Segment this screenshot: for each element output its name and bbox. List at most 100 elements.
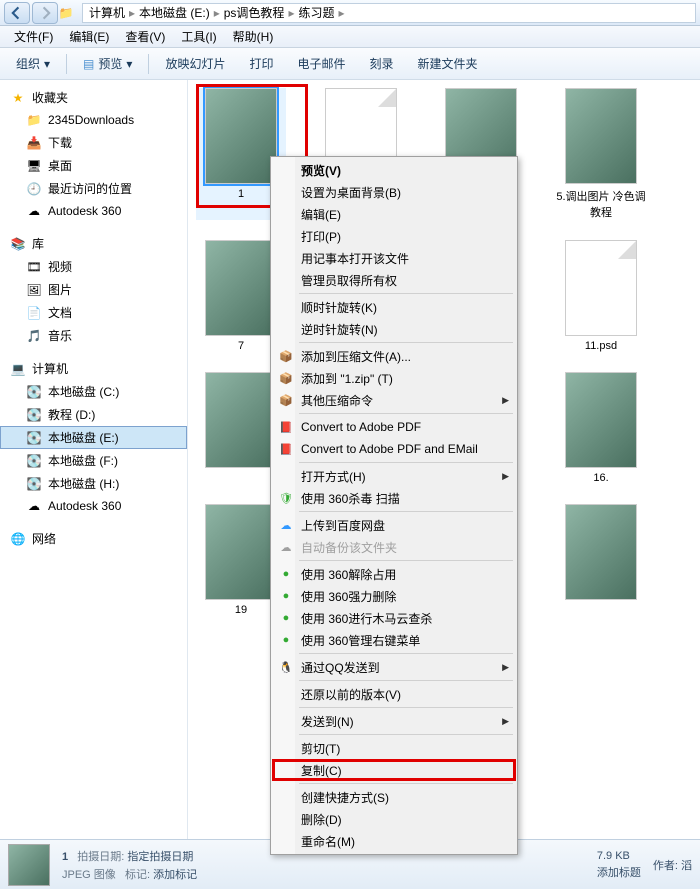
sidebar-item[interactable]: 🎵音乐 [0, 324, 187, 347]
newfolder-button[interactable]: 新建文件夹 [410, 51, 486, 76]
sidebar-item[interactable]: ☁Autodesk 360 [0, 200, 187, 222]
ctx-rename[interactable]: 重命名(M) [273, 830, 515, 852]
zip-icon: 📦 [277, 347, 295, 365]
ctx-qq-send[interactable]: 🐧通过QQ发送到▶ [273, 656, 515, 678]
breadcrumb-item[interactable]: 计算机 [87, 4, 127, 21]
ctx-pdf-email[interactable]: 📕Convert to Adobe PDF and EMail [273, 438, 515, 460]
email-button[interactable]: 电子邮件 [289, 51, 353, 76]
ctx-360-mgr[interactable]: ●使用 360管理右键菜单 [273, 629, 515, 651]
ctx-pdf[interactable]: 📕Convert to Adobe PDF [273, 416, 515, 438]
sidebar-item[interactable]: 💽教程 (D:) [0, 403, 187, 426]
sidebar-item[interactable]: 💽本地磁盘 (C:) [0, 380, 187, 403]
sidebar-network[interactable]: 🌐网络 [0, 527, 187, 550]
ctx-delete[interactable]: 删除(D) [273, 808, 515, 830]
file-thumbnail [205, 372, 277, 468]
ctx-admin[interactable]: 管理员取得所有权 [273, 269, 515, 291]
star-icon: ★ [10, 90, 26, 106]
file-name: 5.调出图片 冷色调教程 [556, 188, 646, 220]
library-icon: 📚 [10, 236, 26, 252]
folder-icon: 📁 [58, 5, 74, 21]
ctx-baidu[interactable]: ☁上传到百度网盘 [273, 514, 515, 536]
360-icon: ● [277, 565, 295, 583]
ctx-set-background[interactable]: 设置为桌面背景(B) [273, 181, 515, 203]
file-thumbnail [205, 240, 277, 336]
ctx-print[interactable]: 打印(P) [273, 225, 515, 247]
ctx-rotate-cw[interactable]: 顺时针旋转(K) [273, 296, 515, 318]
ctx-add-zip[interactable]: 📦添加到压缩文件(A)... [273, 345, 515, 367]
menu-file[interactable]: 文件(F) [6, 26, 61, 47]
sidebar-favorites[interactable]: ★收藏夹 [0, 86, 187, 109]
sidebar-item[interactable]: 🖼图片 [0, 278, 187, 301]
recent-icon: 🕘 [26, 181, 42, 197]
sidebar-item[interactable]: 💽本地磁盘 (H:) [0, 472, 187, 495]
sidebar-item[interactable]: 📁2345Downloads [0, 109, 187, 131]
status-size: 7.9 KB [597, 850, 641, 862]
ctx-cut[interactable]: 剪切(T) [273, 737, 515, 759]
menu-tools[interactable]: 工具(I) [173, 26, 224, 47]
video-icon: 🎞 [26, 259, 42, 275]
file-item[interactable]: 16. [556, 372, 646, 484]
print-button[interactable]: 打印 [241, 51, 281, 76]
ctx-sendto[interactable]: 发送到(N)▶ [273, 710, 515, 732]
file-thumbnail [205, 88, 277, 184]
sidebar-item[interactable]: 📄文档 [0, 301, 187, 324]
ctx-rotate-ccw[interactable]: 逆时针旋转(N) [273, 318, 515, 340]
ctx-other-zip[interactable]: 📦其他压缩命令▶ [273, 389, 515, 411]
file-name: 1 [238, 188, 244, 200]
ctx-open-with[interactable]: 打开方式(H)▶ [273, 465, 515, 487]
file-name: 11.psd [585, 340, 617, 352]
sidebar-item[interactable]: 💽本地磁盘 (F:) [0, 449, 187, 472]
burn-button[interactable]: 刻录 [361, 51, 401, 76]
menu-edit[interactable]: 编辑(E) [61, 26, 117, 47]
ctx-autobackup: ☁自动备份该文件夹 [273, 536, 515, 558]
ctx-360-unlock[interactable]: ●使用 360解除占用 [273, 563, 515, 585]
menu-bar: 文件(F) 编辑(E) 查看(V) 工具(I) 帮助(H) [0, 26, 700, 48]
sidebar-computer[interactable]: 💻计算机 [0, 357, 187, 380]
file-item[interactable]: 11.psd [556, 240, 646, 352]
ctx-360-force[interactable]: ●使用 360强力删除 [273, 585, 515, 607]
qq-icon: 🐧 [277, 658, 295, 676]
ctx-copy[interactable]: 复制(C) [273, 759, 515, 781]
breadcrumb-item[interactable]: 本地磁盘 (E:) [137, 4, 212, 21]
desktop-icon: 🖥 [26, 158, 42, 174]
file-item[interactable] [556, 504, 646, 616]
sidebar-item[interactable]: ☁Autodesk 360 [0, 495, 187, 517]
ctx-shortcut[interactable]: 创建快捷方式(S) [273, 786, 515, 808]
file-thumbnail [565, 372, 637, 468]
chevron-right-icon: ▶ [502, 662, 509, 673]
back-button[interactable] [4, 2, 30, 24]
slideshow-button[interactable]: 放映幻灯片 [157, 51, 233, 76]
sidebar-library[interactable]: 📚库 [0, 232, 187, 255]
status-name: 1 [62, 851, 68, 863]
ctx-restore[interactable]: 还原以前的版本(V) [273, 683, 515, 705]
menu-help[interactable]: 帮助(H) [225, 26, 282, 47]
breadcrumb-item[interactable]: ps调色教程 [222, 4, 287, 21]
cloud-icon: ☁ [277, 516, 295, 534]
ctx-preview[interactable]: 预览(V) [273, 159, 515, 181]
sidebar-item[interactable]: 🎞视频 [0, 255, 187, 278]
cloud-icon: ☁ [26, 498, 42, 514]
sidebar-item[interactable]: 🕘最近访问的位置 [0, 177, 187, 200]
organize-button[interactable]: 组织 ▾ [8, 51, 58, 76]
ctx-360-trojan[interactable]: ●使用 360进行木马云查杀 [273, 607, 515, 629]
breadcrumb[interactable]: 计算机▸ 本地磁盘 (E:)▸ ps调色教程▸ 练习题▸ [82, 3, 696, 23]
drive-icon: 💽 [26, 453, 42, 469]
menu-view[interactable]: 查看(V) [117, 26, 173, 47]
forward-button[interactable] [32, 2, 58, 24]
360-icon: ● [277, 609, 295, 627]
file-thumbnail [565, 240, 637, 336]
sidebar-item[interactable]: 📥下载 [0, 131, 187, 154]
sidebar-item-selected[interactable]: 💽本地磁盘 (E:) [0, 426, 187, 449]
file-name: 7 [238, 340, 244, 352]
breadcrumb-item[interactable]: 练习题 [296, 4, 336, 21]
ctx-edit[interactable]: 编辑(E) [273, 203, 515, 225]
ctx-notepad[interactable]: 用记事本打开该文件 [273, 247, 515, 269]
ctx-360-scan[interactable]: 🛡使用 360杀毒 扫描 [273, 487, 515, 509]
ctx-add-1zip[interactable]: 📦添加到 "1.zip" (T) [273, 367, 515, 389]
file-item[interactable]: 5.调出图片 冷色调教程 [556, 88, 646, 220]
sidebar-item[interactable]: 🖥桌面 [0, 154, 187, 177]
file-thumbnail [565, 504, 637, 600]
preview-button[interactable]: ▤预览 ▾ [75, 51, 140, 76]
context-menu: 预览(V) 设置为桌面背景(B) 编辑(E) 打印(P) 用记事本打开该文件 管… [270, 156, 518, 855]
chevron-right-icon: ▶ [502, 716, 509, 727]
